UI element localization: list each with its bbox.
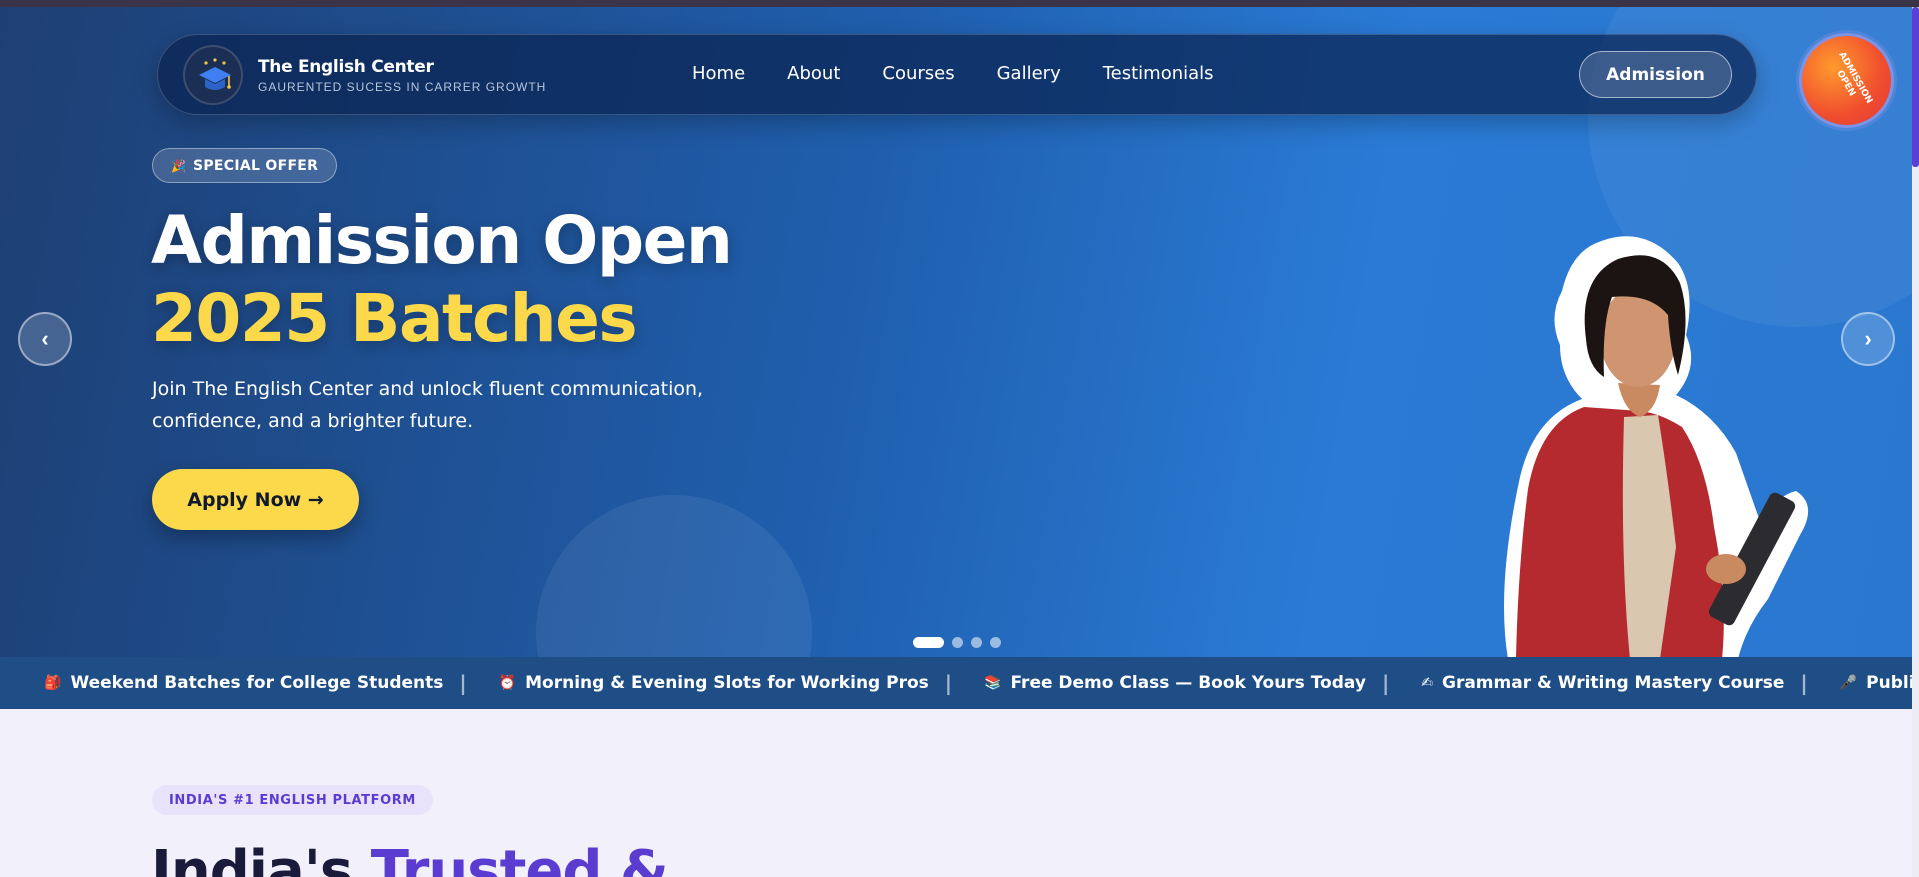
ticker-separator: | [944, 671, 953, 695]
ticker-separator: | [459, 671, 467, 695]
nav-gallery[interactable]: Gallery [997, 63, 1061, 84]
brand-tagline: GAURENTED SUCESS IN CARRER GROWTH [258, 80, 547, 94]
alarm-clock-icon: ⏰ [498, 675, 517, 691]
nav-links: Home About Courses Gallery Testimonials [692, 63, 1214, 84]
slide-dot[interactable] [971, 637, 982, 648]
nav-home[interactable]: Home [692, 63, 745, 84]
slide-dot[interactable] [952, 637, 963, 648]
ticker-text: Grammar & Writing Mastery Course [1441, 673, 1785, 693]
section-title-dark: India's [151, 839, 371, 877]
next-slide-button[interactable]: › [1841, 312, 1895, 366]
headline-line1: Admission Open [151, 202, 733, 279]
section-title: India's Trusted & [151, 837, 669, 877]
instructor-photo [1504, 236, 1808, 657]
ticker-text: Weekend Batches for College Students [70, 673, 444, 693]
decorative-circle [536, 495, 812, 657]
navbar: The English Center GAURENTED SUCESS IN C… [157, 34, 1757, 115]
prev-slide-button[interactable]: ‹ [18, 312, 72, 366]
nav-about[interactable]: About [787, 63, 840, 84]
hero-banner: The English Center GAURENTED SUCESS IN C… [0, 7, 1912, 657]
slide-indicators [913, 637, 1001, 648]
slide-dot[interactable] [990, 637, 1001, 648]
headline-line2: 2025 Batches [151, 280, 638, 357]
slide-dot[interactable] [913, 637, 944, 648]
platform-eyebrow: INDIA'S #1 ENGLISH PLATFORM [152, 785, 433, 815]
ticker-text: Free Demo Class — Book Yours Today [1010, 673, 1366, 693]
chevron-left-icon: ‹ [41, 326, 49, 351]
ticker-item: ⏰ Morning & Evening Slots for Working Pr… [499, 671, 984, 695]
backpack-icon: 🎒 [44, 675, 62, 691]
ticker-item: 🎒 Weekend Batches for College Students | [44, 671, 499, 695]
hero-description: Join The English Center and unlock fluen… [152, 378, 704, 432]
ticker-track: 🎒 Weekend Batches for College Students |… [44, 657, 1912, 709]
ticker-separator: | [1800, 671, 1808, 695]
nav-testimonials[interactable]: Testimonials [1103, 63, 1214, 84]
ticker-separator: | [1381, 671, 1390, 695]
brand[interactable]: The English Center GAURENTED SUCESS IN C… [258, 57, 546, 94]
special-offer-pill: 🎉 SPECIAL OFFER [152, 148, 338, 183]
microphone-icon: 🎤 [1839, 675, 1858, 691]
ticker-item: 🎤 Public Speaking & [1840, 673, 1912, 693]
party-popper-icon: 🎉 [171, 158, 186, 173]
browser-top-strip [0, 0, 1919, 7]
intro-section: INDIA'S #1 ENGLISH PLATFORM India's Trus… [0, 709, 1912, 877]
offer-label: SPECIAL OFFER [192, 157, 319, 174]
ticker-text: Public Speaking & [1866, 673, 1912, 693]
announcement-ticker: 🎒 Weekend Batches for College Students |… [0, 657, 1912, 709]
brand-name: The English Center [258, 57, 434, 77]
hero-headline: Admission Open 2025 Batches [151, 202, 733, 358]
books-icon: 📚 [984, 675, 1002, 691]
graduation-cap-icon [199, 58, 231, 90]
writing-hand-icon: ✍ [1421, 675, 1433, 691]
section-title-accent: Trusted & [370, 839, 669, 877]
ticker-item: 📚 Free Demo Class — Book Yours Today | [984, 671, 1421, 695]
admission-open-badge[interactable]: ADMISSION OPEN [1799, 33, 1894, 128]
nav-courses[interactable]: Courses [882, 63, 954, 84]
ticker-item: ✍ Grammar & Writing Mastery Course | [1421, 671, 1839, 695]
admission-button[interactable]: Admission [1579, 51, 1732, 98]
chevron-right-icon: › [1864, 326, 1872, 351]
apply-now-button[interactable]: Apply Now → [152, 469, 359, 530]
logo[interactable] [183, 45, 243, 105]
scrollbar-thumb[interactable] [1912, 7, 1919, 167]
ticker-text: Morning & Evening Slots for Working Pros [525, 673, 929, 693]
badge-text: ADMISSION OPEN [1834, 50, 1874, 106]
